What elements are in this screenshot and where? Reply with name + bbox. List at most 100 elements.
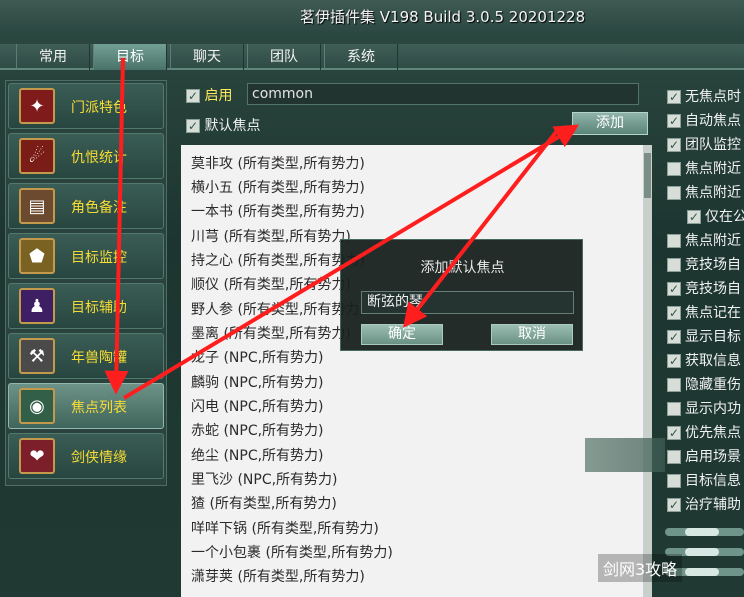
default-focus-label: 默认焦点: [204, 118, 261, 134]
option-label: 目标信息: [685, 473, 741, 488]
tab-chat[interactable]: 聊天: [170, 44, 244, 70]
option-checkbox[interactable]: ✓: [667, 114, 681, 128]
option-checkbox[interactable]: ✓: [667, 426, 681, 440]
shield-icon: ⬟: [19, 238, 55, 274]
option-row[interactable]: ✓ 竞技场自: [667, 278, 744, 296]
background-decoration: [585, 438, 665, 472]
option-checkbox[interactable]: ✓: [687, 210, 701, 224]
option-checkbox[interactable]: [667, 402, 681, 416]
option-label: 焦点附近: [685, 185, 741, 200]
option-row[interactable]: 目标信息: [667, 470, 744, 488]
tab-team[interactable]: 团队: [247, 44, 321, 70]
option-row[interactable]: 显示内功: [667, 398, 744, 416]
option-label: 显示目标: [685, 329, 741, 344]
option-row[interactable]: 竞技场自: [667, 254, 744, 272]
option-row[interactable]: 启用场景: [667, 446, 744, 464]
sidebar-item-monitor[interactable]: ⬟ 目标监控: [8, 233, 164, 279]
watermark: 剑网3攻略: [598, 554, 683, 582]
option-checkbox[interactable]: [667, 186, 681, 200]
option-row[interactable]: ✓ 优先焦点: [667, 422, 744, 440]
list-item[interactable]: 持之心 (所有类型,所有势力): [191, 250, 365, 270]
sidebar-item-label: 目标监控: [71, 250, 127, 266]
option-row[interactable]: ✓ 自动焦点: [667, 110, 744, 128]
option-label: 启用场景: [685, 449, 741, 464]
list-item[interactable]: 墨离 (所有类型,所有势力): [191, 323, 351, 343]
option-checkbox[interactable]: [667, 378, 681, 392]
option-row[interactable]: ✓ 显示目标: [667, 326, 744, 344]
default-focus-checkbox[interactable]: ✓: [186, 119, 200, 133]
list-item[interactable]: 野人参 (所有类型,所有势力): [191, 299, 365, 319]
option-row[interactable]: 焦点附近: [667, 230, 744, 248]
option-row[interactable]: 隐藏重伤: [667, 374, 744, 392]
dialog-title: 添加默认焦点: [420, 260, 505, 276]
list-item[interactable]: 闪电 (NPC,所有势力): [191, 396, 324, 416]
sidebar-item-focus-list[interactable]: ◉ 焦点列表: [8, 383, 164, 429]
option-checkbox[interactable]: [667, 162, 681, 176]
option-checkbox[interactable]: [667, 258, 681, 272]
option-checkbox[interactable]: ✓: [667, 282, 681, 296]
option-row[interactable]: 焦点附近: [667, 158, 744, 176]
list-item[interactable]: 绝尘 (NPC,所有势力): [191, 445, 324, 465]
option-checkbox[interactable]: ✓: [667, 306, 681, 320]
sidebar-item-romance[interactable]: ❤ 剑侠情缘: [8, 433, 164, 479]
sidebar-item-label: 门派特色: [71, 100, 127, 116]
confirm-button[interactable]: 确定: [361, 324, 443, 345]
slider-thumb[interactable]: [685, 548, 719, 556]
list-item[interactable]: 赤蛇 (NPC,所有势力): [191, 420, 324, 440]
option-label: 隐藏重伤: [685, 377, 741, 392]
option-label: 优先焦点: [685, 425, 741, 440]
option-checkbox[interactable]: ✓: [667, 354, 681, 368]
option-row[interactable]: ✓ 获取信息: [667, 350, 744, 368]
list-item[interactable]: 莫非攻 (所有类型,所有势力): [191, 153, 365, 173]
option-checkbox[interactable]: [667, 450, 681, 464]
list-item[interactable]: 咩咩下锅 (所有类型,所有势力): [191, 518, 379, 538]
add-button[interactable]: 添加: [572, 112, 648, 135]
list-item[interactable]: 龙子 (NPC,所有势力): [191, 347, 324, 367]
sidebar-item-hatred[interactable]: ☄ 仇恨统计: [8, 133, 164, 179]
focus-list-scrollbar[interactable]: [643, 145, 652, 597]
option-row[interactable]: 焦点附近: [667, 182, 744, 200]
list-item[interactable]: 一本书 (所有类型,所有势力): [191, 201, 365, 221]
scrollbar-thumb[interactable]: [644, 153, 651, 198]
option-checkbox[interactable]: ✓: [667, 330, 681, 344]
list-item[interactable]: 川芎 (所有类型,所有势力): [191, 226, 351, 246]
sidebar-item-notes[interactable]: ▤ 角色备注: [8, 183, 164, 229]
option-row[interactable]: ✓ 仅在公: [687, 206, 744, 224]
focus-name-input[interactable]: 断弦的琴: [361, 291, 574, 314]
option-label: 竞技场自: [685, 257, 741, 272]
slider-thumb[interactable]: [685, 528, 719, 536]
option-row[interactable]: ✓ 无焦点时: [667, 86, 744, 104]
option-label: 治疗辅助: [685, 497, 741, 512]
sidebar-item-faction[interactable]: ✦ 门派特色: [8, 83, 164, 129]
list-item[interactable]: 一个小包裹 (所有类型,所有势力): [191, 542, 393, 562]
option-checkbox[interactable]: ✓: [667, 498, 681, 512]
focus-list: 莫非攻 (所有类型,所有势力) 横小五 (所有类型,所有势力) 一本书 (所有类…: [181, 145, 649, 597]
list-item[interactable]: 顺仪 (所有类型,所有势力): [191, 274, 351, 294]
option-row[interactable]: ✓ 治疗辅助: [667, 494, 744, 512]
list-item[interactable]: 里飞沙 (NPC,所有势力): [191, 469, 338, 489]
option-checkbox[interactable]: ✓: [667, 90, 681, 104]
option-checkbox[interactable]: [667, 474, 681, 488]
option-label: 团队监控: [685, 137, 741, 152]
tab-system[interactable]: 系统: [324, 44, 398, 70]
sidebar-item-label: 仇恨统计: [71, 150, 127, 166]
list-item[interactable]: 猹 (所有类型,所有势力): [191, 493, 337, 513]
sidebar-item-jar[interactable]: ⚒ 年兽陶罐: [8, 333, 164, 379]
slider-thumb[interactable]: [685, 568, 719, 576]
option-row[interactable]: ✓ 团队监控: [667, 134, 744, 152]
option-slider[interactable]: [665, 528, 744, 536]
list-item[interactable]: 麟驹 (NPC,所有势力): [191, 372, 324, 392]
enable-checkbox[interactable]: ✓: [186, 89, 200, 103]
tab-common[interactable]: 常用: [16, 44, 90, 70]
list-item[interactable]: 横小五 (所有类型,所有势力): [191, 177, 365, 197]
option-checkbox[interactable]: [667, 234, 681, 248]
tab-target[interactable]: 目标: [93, 44, 167, 70]
sidebar-item-label: 角色备注: [71, 200, 127, 216]
option-row[interactable]: ✓ 焦点记在: [667, 302, 744, 320]
option-checkbox[interactable]: ✓: [667, 138, 681, 152]
eye-icon: ◉: [19, 388, 55, 424]
list-item[interactable]: 潇芽荚 (所有类型,所有势力): [191, 566, 365, 586]
focus-group-input[interactable]: common: [247, 83, 639, 105]
sidebar-item-assist[interactable]: ♟ 目标辅助: [8, 283, 164, 329]
cancel-button[interactable]: 取消: [491, 324, 573, 345]
